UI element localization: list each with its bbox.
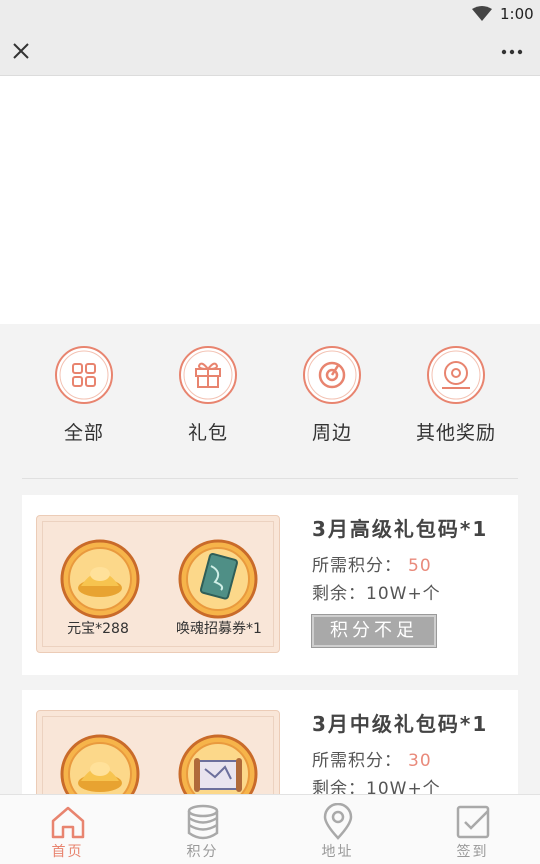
category-label: 全部 — [63, 422, 104, 444]
tab-home[interactable]: 首页 — [0, 795, 135, 864]
tab-label: 积分 — [186, 844, 219, 860]
points-row: 所需积分： 30 — [312, 746, 432, 771]
reward-item-label: 唤魂招募券*1 — [176, 621, 262, 637]
redeem-button[interactable]: 积分不足 — [311, 614, 437, 648]
points-value: 50 — [408, 556, 432, 576]
product-image: 元宝*288 唤魂招募券*1 — [36, 515, 280, 653]
category-label: 周边 — [311, 422, 352, 444]
category-merch[interactable]: 周边 — [272, 344, 392, 445]
close-icon[interactable] — [10, 40, 32, 62]
tab-label: 地址 — [321, 844, 354, 860]
stock-label: 剩余： — [312, 584, 366, 604]
stock-value: 10W+个 — [366, 584, 441, 604]
target-icon — [303, 346, 361, 404]
category-gift[interactable]: 礼包 — [148, 344, 268, 445]
category-label: 礼包 — [187, 422, 228, 444]
tab-address[interactable]: 地址 — [270, 795, 405, 864]
points-row: 所需积分： 50 — [312, 551, 432, 576]
tab-label: 首页 — [51, 844, 84, 860]
location-icon — [323, 803, 352, 840]
title-bar — [0, 28, 540, 76]
more-icon[interactable] — [500, 42, 524, 62]
status-time: 1:00 — [500, 5, 534, 23]
points-label: 所需积分： — [312, 751, 402, 771]
grid-icon — [55, 346, 113, 404]
tab-checkin[interactable]: 签到 — [405, 795, 540, 864]
category-other[interactable]: 其他奖励 — [396, 344, 516, 445]
points-label: 所需积分： — [312, 556, 402, 576]
gift-icon — [179, 346, 237, 404]
stock-row: 剩余：10W+个 — [312, 579, 441, 604]
checkin-icon — [456, 805, 489, 839]
category-label: 其他奖励 — [415, 422, 496, 444]
status-bar: 1:00 — [0, 0, 540, 28]
ingot-icon — [60, 539, 140, 619]
bottom-tab-bar: 首页 积分 地址 签到 — [0, 794, 540, 864]
points-value: 30 — [408, 751, 432, 771]
scroll-card-icon — [178, 539, 258, 619]
reward-item-label: 元宝*288 — [67, 621, 129, 637]
home-icon — [51, 806, 84, 839]
tab-points[interactable]: 积分 — [135, 795, 270, 864]
coins-icon — [187, 804, 218, 840]
product-card[interactable]: 元宝*288 唤魂招募券*1 3月高级礼包码*1 所需积分： 50 剩余：10W+… — [22, 495, 518, 675]
category-row: 全部 礼包 周边 其他奖励 — [0, 324, 540, 476]
banner-area — [0, 76, 540, 324]
tab-label: 签到 — [456, 844, 489, 860]
wifi-icon — [472, 6, 492, 21]
category-all[interactable]: 全部 — [24, 344, 144, 445]
divider — [22, 478, 518, 479]
product-title: 3月高级礼包码*1 — [312, 517, 489, 541]
medal-icon — [427, 346, 485, 404]
product-title: 3月中级礼包码*1 — [312, 712, 489, 736]
